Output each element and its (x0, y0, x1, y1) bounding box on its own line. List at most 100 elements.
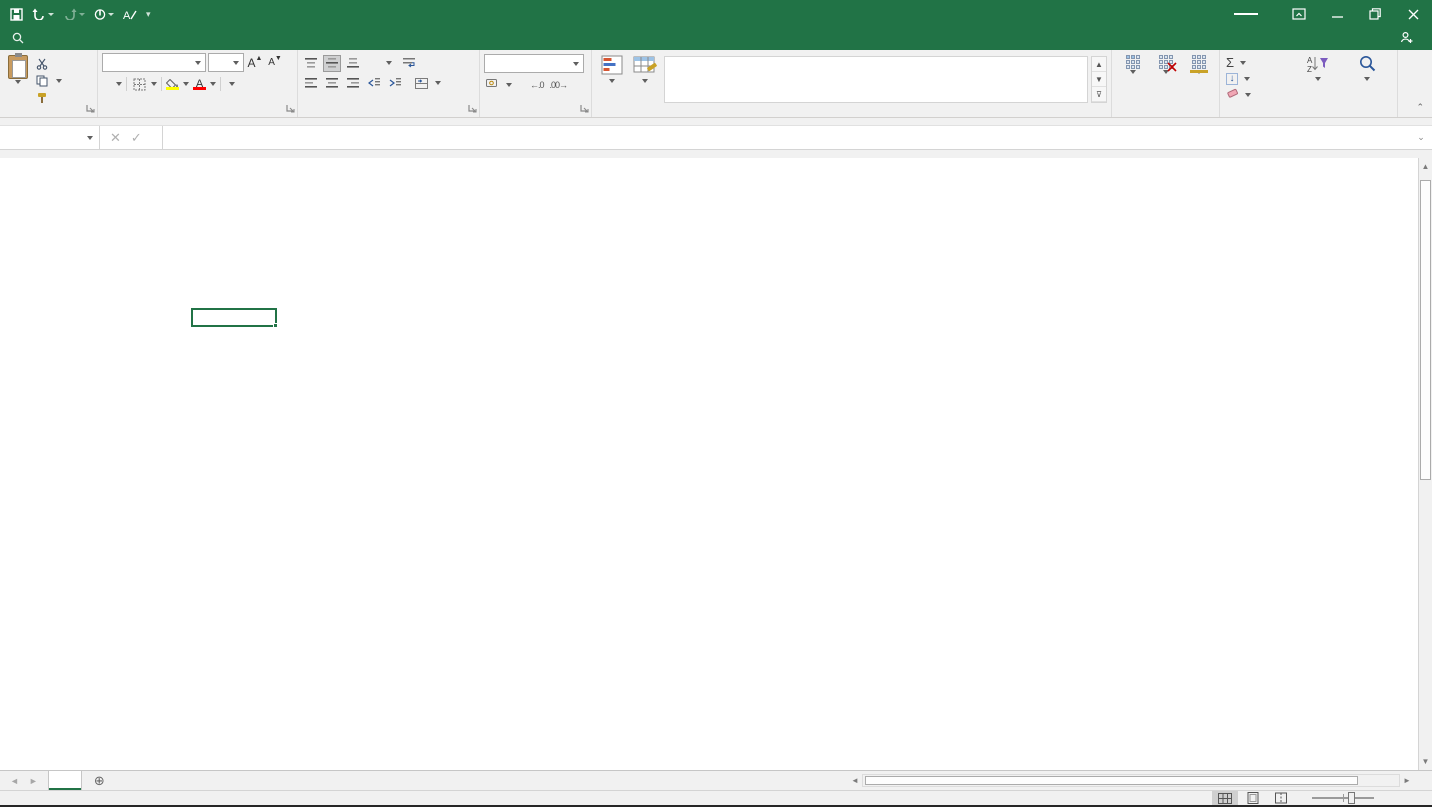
collapse-ribbon-icon[interactable]: ⌃ (1416, 102, 1424, 113)
grow-font-button[interactable]: A▲ (246, 54, 264, 71)
fill-icon: ↓ (1226, 73, 1238, 85)
vertical-scrollbar-thumb[interactable] (1420, 180, 1431, 480)
gallery-down-icon[interactable]: ▼ (1092, 72, 1106, 87)
font-dialog-launcher-icon[interactable] (286, 104, 295, 116)
format-as-table-button[interactable] (628, 53, 662, 103)
enter-icon[interactable]: ✓ (131, 130, 142, 146)
phonetic-dropdown-icon[interactable] (229, 82, 235, 86)
redo-button[interactable] (63, 8, 85, 20)
ribbon-display-options-icon[interactable] (1280, 0, 1318, 28)
increase-indent-icon[interactable] (386, 75, 404, 92)
scroll-right-icon[interactable]: ► (1400, 776, 1414, 785)
page-break-view-icon[interactable] (1268, 791, 1294, 805)
name-box[interactable] (0, 126, 100, 149)
cell-styles-gallery (664, 56, 1088, 103)
borders-icon[interactable] (131, 76, 147, 92)
number-format-select[interactable] (484, 54, 584, 73)
copy-dropdown-icon (56, 79, 62, 83)
align-right-icon[interactable] (344, 75, 362, 92)
save-icon[interactable] (10, 8, 23, 21)
wrap-text-button[interactable] (399, 55, 422, 72)
tell-me-search[interactable] (0, 28, 42, 50)
accounting-format-icon[interactable] (486, 77, 500, 92)
font-color-dropdown-icon[interactable] (210, 82, 216, 86)
cut-button[interactable] (32, 56, 64, 72)
find-select-button[interactable] (1342, 53, 1393, 103)
delete-cells-button[interactable] (1155, 53, 1177, 103)
restore-button[interactable] (1356, 0, 1394, 28)
login-button[interactable] (1234, 13, 1258, 15)
orientation-icon[interactable] (365, 55, 383, 72)
paste-button[interactable] (4, 53, 32, 103)
gallery-up-icon[interactable]: ▲ (1092, 57, 1106, 72)
fill-color-dropdown-icon[interactable] (183, 82, 189, 86)
orientation-dropdown-icon[interactable] (386, 61, 392, 65)
svg-text:A: A (123, 10, 131, 21)
autosum-button[interactable]: Σ (1224, 55, 1294, 70)
page-layout-view-icon[interactable] (1240, 791, 1266, 805)
scroll-down-icon[interactable]: ▼ (1419, 753, 1432, 770)
decrease-indent-icon[interactable] (365, 75, 383, 92)
touch-mode-icon[interactable] (94, 8, 114, 21)
merge-center-button[interactable] (411, 75, 443, 92)
excel-window: A ▾ (0, 0, 1432, 807)
scroll-up-icon[interactable]: ▲ (1419, 158, 1432, 175)
formula-bar-expand-icon[interactable]: ⌄ (1410, 126, 1432, 149)
middle-align-icon[interactable] (323, 55, 341, 72)
increase-decimal-icon[interactable]: ←.0 (530, 80, 544, 90)
format-cells-button[interactable] (1188, 53, 1210, 103)
shrink-font-button[interactable]: A▼ (266, 54, 284, 71)
sheet-prev-icon[interactable]: ◄ (10, 776, 19, 786)
font-color-button[interactable]: A (193, 79, 206, 90)
sort-filter-button[interactable]: AZ (1294, 53, 1342, 103)
horizontal-scrollbar[interactable]: ◄ ► (848, 772, 1414, 788)
name-box-dropdown-icon (87, 136, 93, 140)
vertical-scrollbar[interactable]: ▲ ▼ (1418, 158, 1432, 770)
minimize-button[interactable] (1318, 0, 1356, 28)
font-style-icon[interactable]: A (123, 8, 137, 21)
scroll-left-icon[interactable]: ◄ (848, 776, 862, 785)
align-center-icon[interactable] (323, 75, 341, 92)
top-align-icon[interactable] (302, 55, 320, 72)
align-left-icon[interactable] (302, 75, 320, 92)
underline-dropdown-icon[interactable] (116, 82, 122, 86)
decrease-decimal-icon[interactable]: .00→ (550, 80, 568, 90)
fill-handle[interactable] (273, 323, 278, 328)
gallery-more-icon[interactable]: ⊽ (1092, 87, 1106, 102)
normal-view-icon[interactable] (1212, 791, 1238, 805)
alignment-dialog-launcher-icon[interactable] (468, 104, 477, 116)
formula-input[interactable] (163, 126, 1410, 149)
cancel-icon[interactable]: ✕ (110, 130, 121, 146)
sheet-next-icon[interactable]: ► (29, 776, 38, 786)
insert-cells-button[interactable] (1122, 53, 1144, 103)
fill-button[interactable]: ↓ (1224, 71, 1294, 86)
paste-icon (8, 55, 28, 79)
undo-button[interactable] (32, 8, 54, 20)
customize-toolbar-icon[interactable]: ▾ (146, 9, 151, 20)
conditional-formatting-button[interactable] (596, 53, 628, 103)
fill-color-button[interactable] (166, 79, 179, 90)
format-as-table-icon (633, 55, 657, 78)
selected-cell-outline (191, 308, 277, 327)
number-dialog-launcher-icon[interactable] (580, 104, 589, 116)
new-sheet-icon[interactable]: ⊕ (82, 771, 117, 790)
zoom-slider-thumb[interactable] (1348, 792, 1355, 804)
format-as-table-dropdown-icon (642, 79, 648, 83)
paste-dropdown-icon (15, 80, 21, 84)
horizontal-scrollbar-thumb[interactable] (865, 776, 1358, 785)
font-size-select[interactable] (208, 53, 244, 72)
format-painter-button[interactable] (32, 90, 64, 106)
share-button[interactable] (1400, 28, 1432, 50)
copy-button[interactable] (32, 73, 64, 89)
font-name-select[interactable] (102, 53, 206, 72)
close-button[interactable] (1394, 0, 1432, 28)
clear-button[interactable] (1224, 88, 1294, 103)
clipboard-dialog-launcher-icon[interactable] (86, 104, 95, 116)
fill-dropdown-icon (1244, 77, 1250, 81)
borders-dropdown-icon[interactable] (151, 82, 157, 86)
accounting-dropdown-icon[interactable] (506, 83, 512, 87)
bottom-align-icon[interactable] (344, 55, 362, 72)
format-icon (1192, 55, 1206, 69)
sheet-tab-active[interactable] (48, 771, 82, 790)
zoom-slider[interactable] (1312, 797, 1374, 799)
